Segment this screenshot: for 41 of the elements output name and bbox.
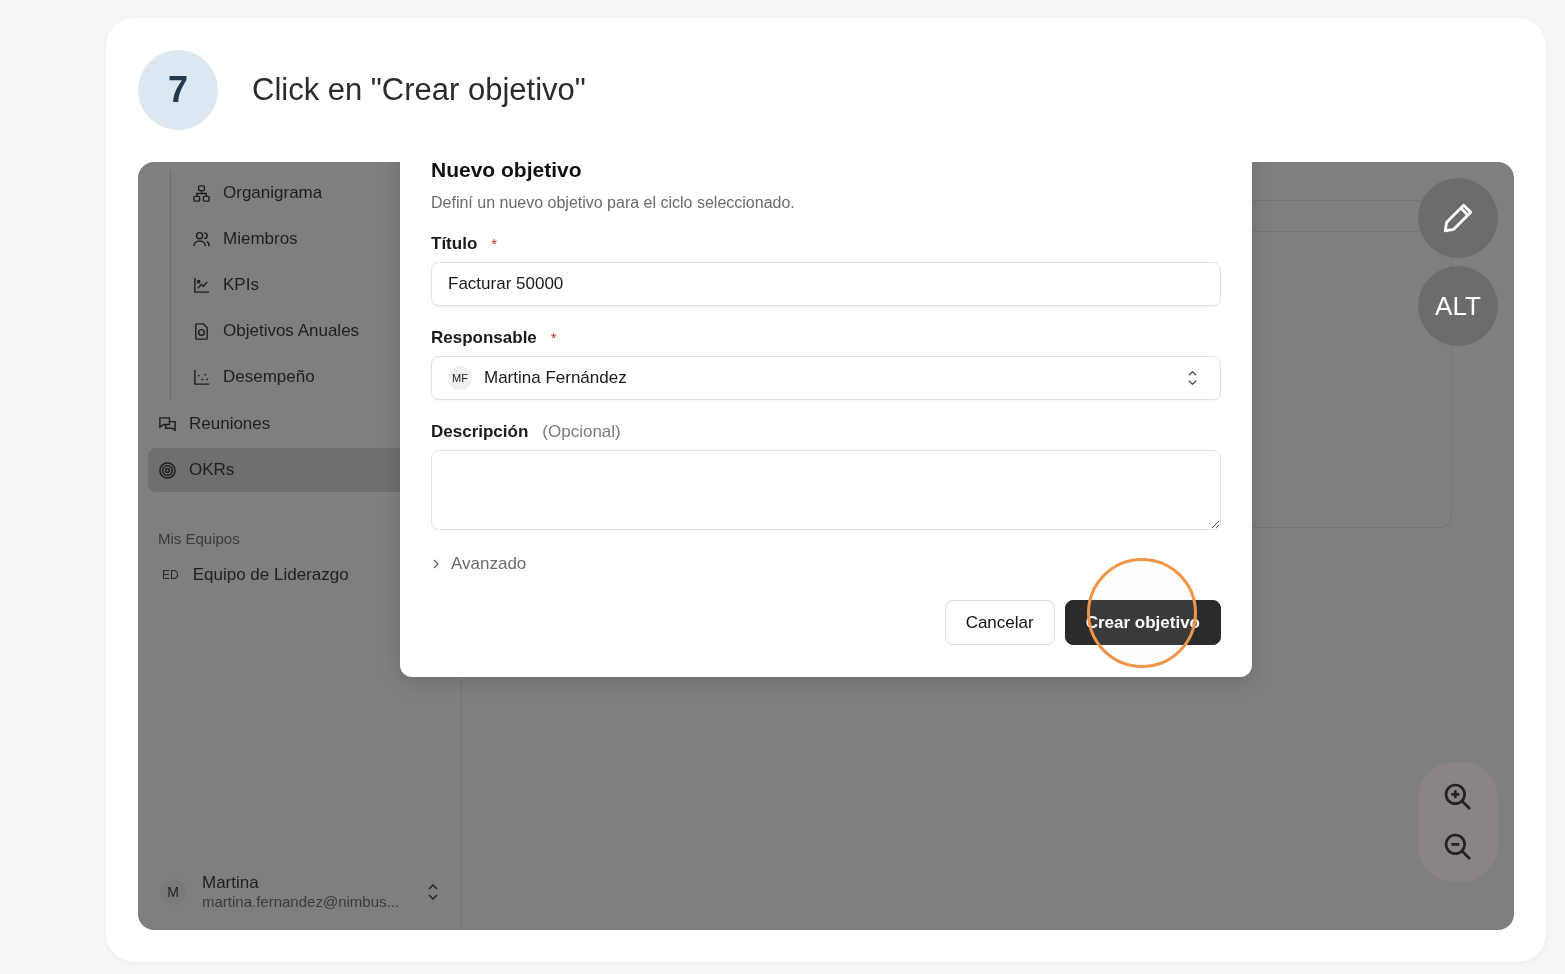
scatter-chart-icon: [192, 367, 211, 387]
user-menu[interactable]: M Martina martina.fernandez@nimbus...: [148, 873, 451, 910]
chart-icon: [192, 275, 211, 295]
cancel-button[interactable]: Cancelar: [944, 600, 1055, 645]
title-input[interactable]: Facturar 50000: [431, 262, 1221, 306]
required-mark: *: [550, 329, 557, 346]
avatar: MF: [448, 366, 472, 390]
team-name: Equipo de Liderazgo: [192, 565, 349, 585]
sidebar-item-label: Desempeño: [223, 367, 315, 387]
hierarchy-icon: [192, 183, 211, 203]
required-mark: *: [491, 235, 498, 252]
sidebar-item-label: Miembros: [223, 229, 298, 249]
section-heading: Mis Equipos: [158, 530, 241, 547]
target-icon: [158, 460, 177, 480]
sidebar-item-label: Reuniones: [189, 414, 271, 434]
chevron-up-down-icon: [1187, 369, 1198, 387]
sidebar-item-label: OKRs: [189, 460, 235, 480]
chevron-right-icon: [431, 557, 441, 571]
sidebar-item-label: KPIs: [223, 275, 259, 295]
people-icon: [192, 229, 211, 249]
step-number: 7: [138, 50, 218, 130]
pencil-icon: [1441, 201, 1475, 235]
chevron-up-down-icon: [427, 881, 439, 902]
dialog-title: Nuevo objetivo: [431, 162, 583, 183]
user-name: Martina: [202, 873, 260, 893]
advanced-toggle[interactable]: Avanzado: [431, 554, 527, 574]
field-label: Título: [431, 234, 478, 254]
field-label: Descripción: [431, 422, 529, 442]
select-field[interactable]: MF Martina Fernández: [431, 356, 1221, 400]
field-hint: (Opcional): [542, 422, 621, 442]
user-email: martina.fernandez@nimbus...: [202, 893, 400, 910]
step-instruction: Click en "Crear objetivo": [252, 72, 586, 108]
avatar: M: [160, 878, 186, 905]
dialog-description: Definí un nuevo objetivo para el ciclo seleccionado.: [431, 194, 796, 212]
sidebar-item-label: Objetivos Anuales: [223, 321, 360, 341]
field-label: Responsable: [431, 328, 537, 348]
sidebar-item-label: Organigrama: [223, 183, 323, 203]
team-initials: ED: [162, 568, 179, 582]
alt-text-button[interactable]: ALT: [1418, 266, 1498, 346]
chat-bubbles-icon: [158, 414, 177, 434]
document-icon: [192, 321, 211, 341]
